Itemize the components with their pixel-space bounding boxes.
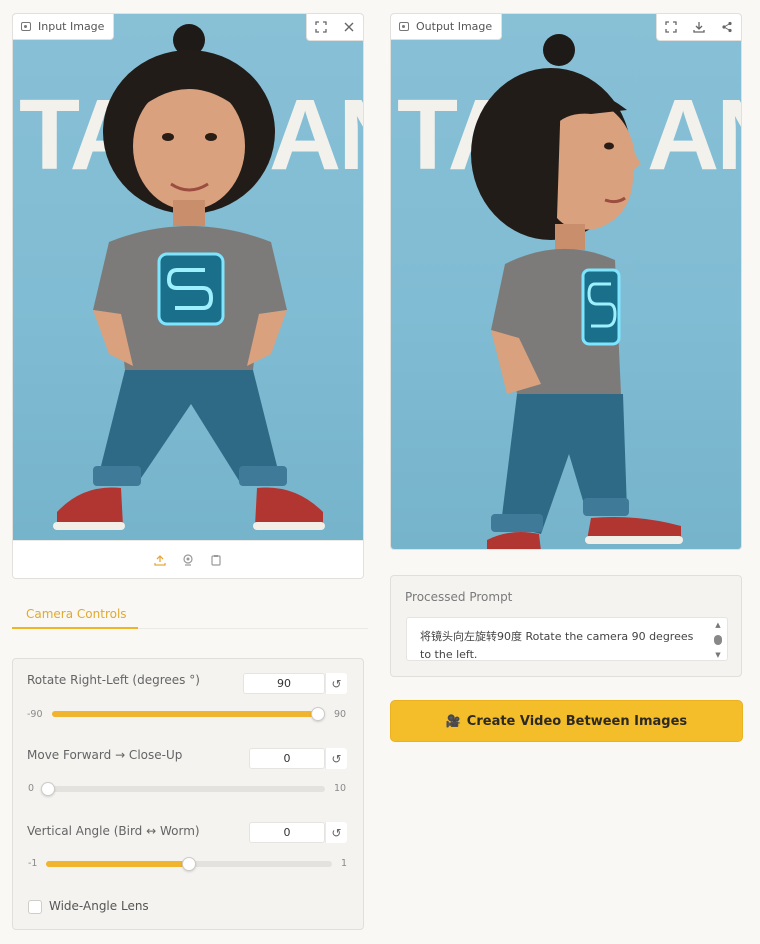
vertical-slider[interactable]	[46, 857, 332, 871]
wide-angle-checkbox[interactable]	[28, 900, 42, 914]
output-image-label: Output Image	[391, 14, 503, 40]
output-image-toolbar	[656, 14, 741, 41]
webcam-icon[interactable]	[181, 553, 195, 567]
output-image-label-text: Output Image	[416, 20, 493, 33]
image-icon	[21, 22, 31, 31]
rotate-slider-fill	[52, 711, 318, 717]
input-image-toolbar	[306, 14, 363, 41]
processed-prompt-panel: Processed Prompt 将镜头向左旋转90度 Rotate the c…	[390, 575, 742, 677]
processed-prompt-title: Processed Prompt	[405, 590, 513, 604]
upload-icon[interactable]	[153, 553, 167, 567]
fullscreen-icon[interactable]	[307, 14, 335, 41]
forward-slider-thumb[interactable]	[41, 782, 55, 796]
video-camera-icon: 🎥	[445, 714, 461, 728]
share-icon[interactable]	[713, 14, 741, 41]
camera-controls-panel	[12, 658, 364, 930]
clipboard-icon[interactable]	[209, 553, 223, 567]
output-image: TA AN	[391, 14, 741, 549]
vertical-max: 1	[341, 858, 348, 869]
rotate-label: Rotate Right-Left (degrees °)	[27, 673, 200, 687]
vertical-slider-fill	[46, 861, 189, 867]
forward-slider[interactable]	[41, 782, 325, 796]
image-icon	[399, 22, 409, 31]
forward-number-input[interactable]: 0	[249, 748, 325, 769]
svg-text:AN: AN	[647, 79, 741, 191]
rotate-slider[interactable]	[52, 707, 325, 721]
tab-active-indicator	[12, 627, 138, 629]
create-video-button[interactable]: 🎥 Create Video Between Images	[390, 700, 743, 742]
processed-prompt-text: 将镜头向左旋转90度 Rotate the camera 90 degrees …	[420, 630, 694, 661]
processed-prompt-textarea[interactable]: 将镜头向左旋转90度 Rotate the camera 90 degrees …	[406, 617, 728, 661]
prompt-scrollbar[interactable]: ▲ ▼	[713, 621, 723, 659]
create-video-label: Create Video Between Images	[466, 713, 688, 729]
input-image-label-text: Input Image	[38, 20, 105, 33]
scroll-down-icon[interactable]: ▼	[715, 651, 720, 659]
input-image-label: Input Image	[13, 14, 115, 40]
scroll-thumb[interactable]	[714, 635, 722, 645]
rotate-min: -90	[27, 709, 43, 720]
input-source-bar	[13, 540, 363, 578]
rotate-max: 90	[334, 709, 347, 720]
vertical-label: Vertical Angle (Bird ↔ Worm)	[27, 824, 200, 838]
svg-text:AN: AN	[269, 79, 363, 191]
vertical-number-input[interactable]: 0	[249, 822, 325, 843]
forward-max: 10	[334, 783, 347, 794]
input-image-panel: TA AN	[12, 13, 364, 579]
forward-label: Move Forward → Close-Up	[27, 748, 183, 762]
vertical-min: -1	[28, 858, 38, 869]
rotate-slider-thumb[interactable]	[311, 707, 325, 721]
close-icon[interactable]	[335, 14, 363, 41]
download-icon[interactable]	[685, 14, 713, 41]
tab-camera-controls[interactable]: Camera Controls	[26, 607, 127, 621]
wide-angle-label: Wide-Angle Lens	[49, 899, 149, 913]
forward-min: 0	[28, 783, 35, 794]
rotate-reset-button[interactable]: ↺	[325, 673, 347, 694]
rotate-number-input[interactable]: 90	[243, 673, 325, 694]
vertical-reset-button[interactable]: ↺	[325, 822, 347, 843]
fullscreen-icon[interactable]	[657, 14, 685, 41]
vertical-slider-thumb[interactable]	[182, 857, 196, 871]
input-image: TA AN	[13, 14, 363, 541]
scroll-up-icon[interactable]: ▲	[715, 621, 720, 629]
output-image-panel: TA AN	[390, 13, 742, 550]
forward-reset-button[interactable]: ↺	[325, 748, 347, 769]
